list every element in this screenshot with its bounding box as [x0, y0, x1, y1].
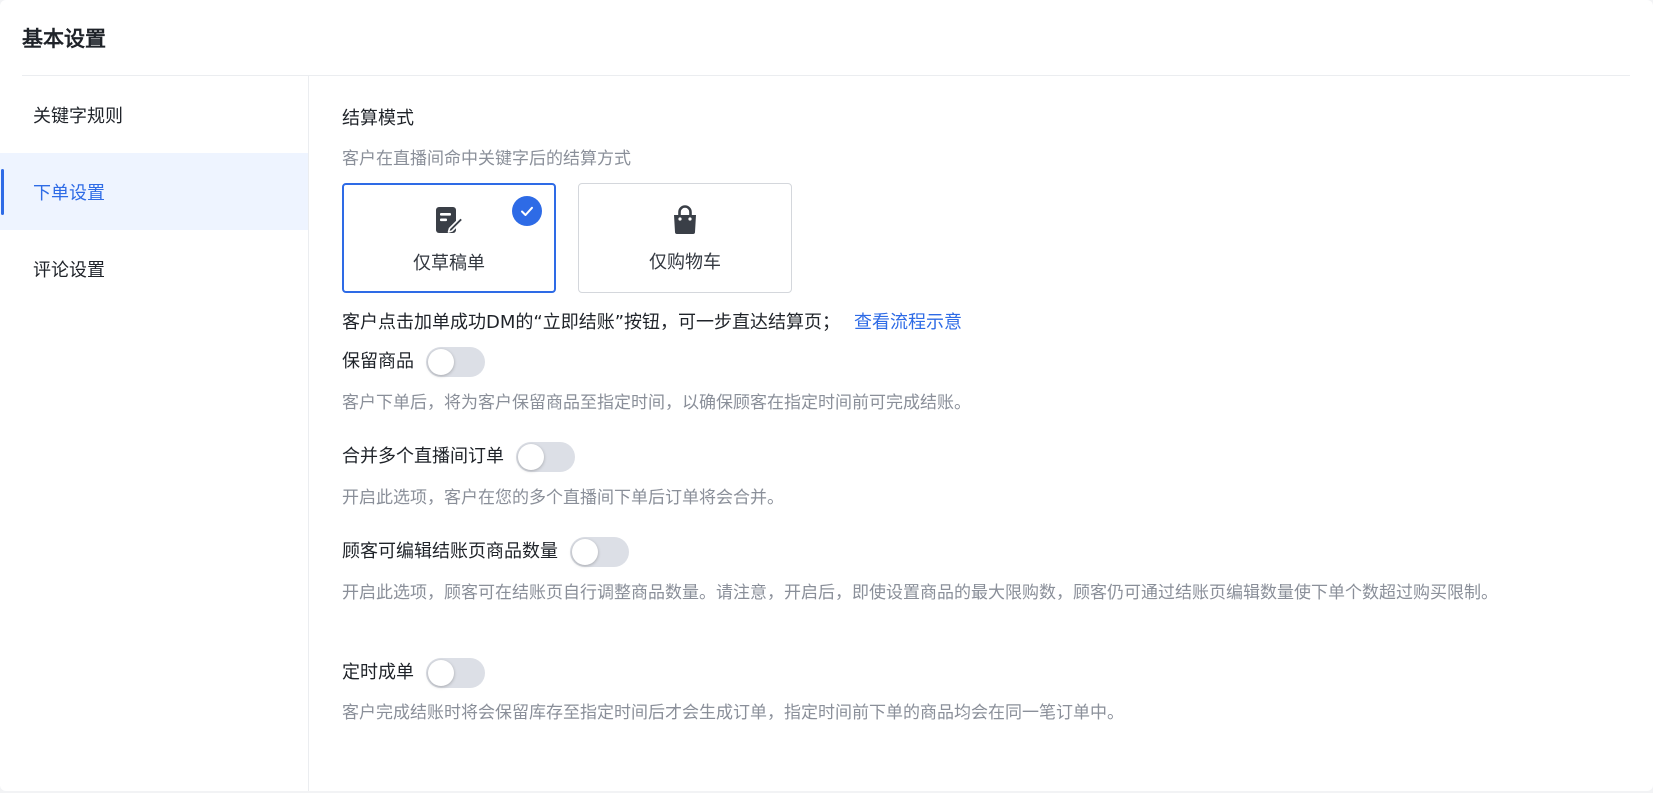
settings-sidebar: 关键字规则 下单设置 评论设置: [0, 76, 309, 791]
setting-scheduled-order: 定时成单: [342, 658, 485, 688]
setting-label: 合并多个直播间订单: [342, 446, 504, 467]
setting-merge-orders: 合并多个直播间订单: [342, 442, 575, 472]
setting-description: 客户下单后，将为客户保留商品至指定时间，以确保顾客在指定时间前可完成结账。: [342, 393, 971, 413]
edit-quantity-toggle[interactable]: [570, 537, 629, 567]
scheduled-order-toggle[interactable]: [426, 658, 485, 688]
mode-option-label: 仅购物车: [649, 252, 721, 273]
setting-reserve-products: 保留商品: [342, 347, 485, 377]
draft-edit-icon: [432, 204, 466, 238]
setting-description: 开启此选项，顾客可在结账页自行调整商品数量。请注意，开启后，即使设置商品的最大限…: [342, 583, 1498, 603]
checkout-hint: 客户点击加单成功DM的“立即结账”按钮，可一步直达结算页； 查看流程示意: [342, 310, 962, 336]
settlement-mode-options: 仅草稿单 仅购物车: [342, 183, 792, 293]
sidebar-item-label: 下单设置: [33, 182, 105, 204]
mode-option-cart-only[interactable]: 仅购物车: [578, 183, 792, 293]
settings-card: 基本设置 关键字规则 下单设置 评论设置 结算模式 客户在直播间命中关键字后的结…: [0, 0, 1653, 791]
checkout-hint-text: 客户点击加单成功DM的“立即结账”按钮，可一步直达结算页；: [342, 312, 841, 333]
setting-label: 保留商品: [342, 351, 414, 372]
shopping-bag-icon: [668, 203, 702, 237]
toggle-knob: [572, 539, 598, 565]
selected-check-icon: [512, 196, 542, 226]
sidebar-item-comment-settings[interactable]: 评论设置: [0, 230, 308, 307]
view-flow-link[interactable]: 查看流程示意: [854, 312, 962, 333]
setting-label: 定时成单: [342, 662, 414, 683]
sidebar-item-label: 评论设置: [33, 259, 105, 281]
mode-option-draft-only[interactable]: 仅草稿单: [342, 183, 556, 293]
toggle-knob: [428, 660, 454, 686]
setting-label: 顾客可编辑结账页商品数量: [342, 541, 558, 562]
reserve-products-toggle[interactable]: [426, 347, 485, 377]
settlement-mode-description: 客户在直播间命中关键字后的结算方式: [342, 149, 631, 169]
toggle-knob: [428, 349, 454, 375]
setting-description: 客户完成结账时将会保留库存至指定时间后才会生成订单，指定时间前下单的商品均会在同…: [342, 703, 1124, 723]
toggle-knob: [518, 444, 544, 470]
merge-orders-toggle[interactable]: [516, 442, 575, 472]
setting-edit-quantity: 顾客可编辑结账页商品数量: [342, 537, 629, 567]
mode-option-label: 仅草稿单: [413, 253, 485, 274]
settlement-mode-title: 结算模式: [342, 108, 414, 129]
sidebar-item-keyword-rules[interactable]: 关键字规则: [0, 76, 308, 153]
sidebar-item-order-settings[interactable]: 下单设置: [0, 153, 308, 230]
setting-description: 开启此选项，客户在您的多个直播间下单后订单将会合并。: [342, 488, 784, 508]
sidebar-item-label: 关键字规则: [33, 105, 123, 127]
page-title: 基本设置: [22, 27, 106, 51]
